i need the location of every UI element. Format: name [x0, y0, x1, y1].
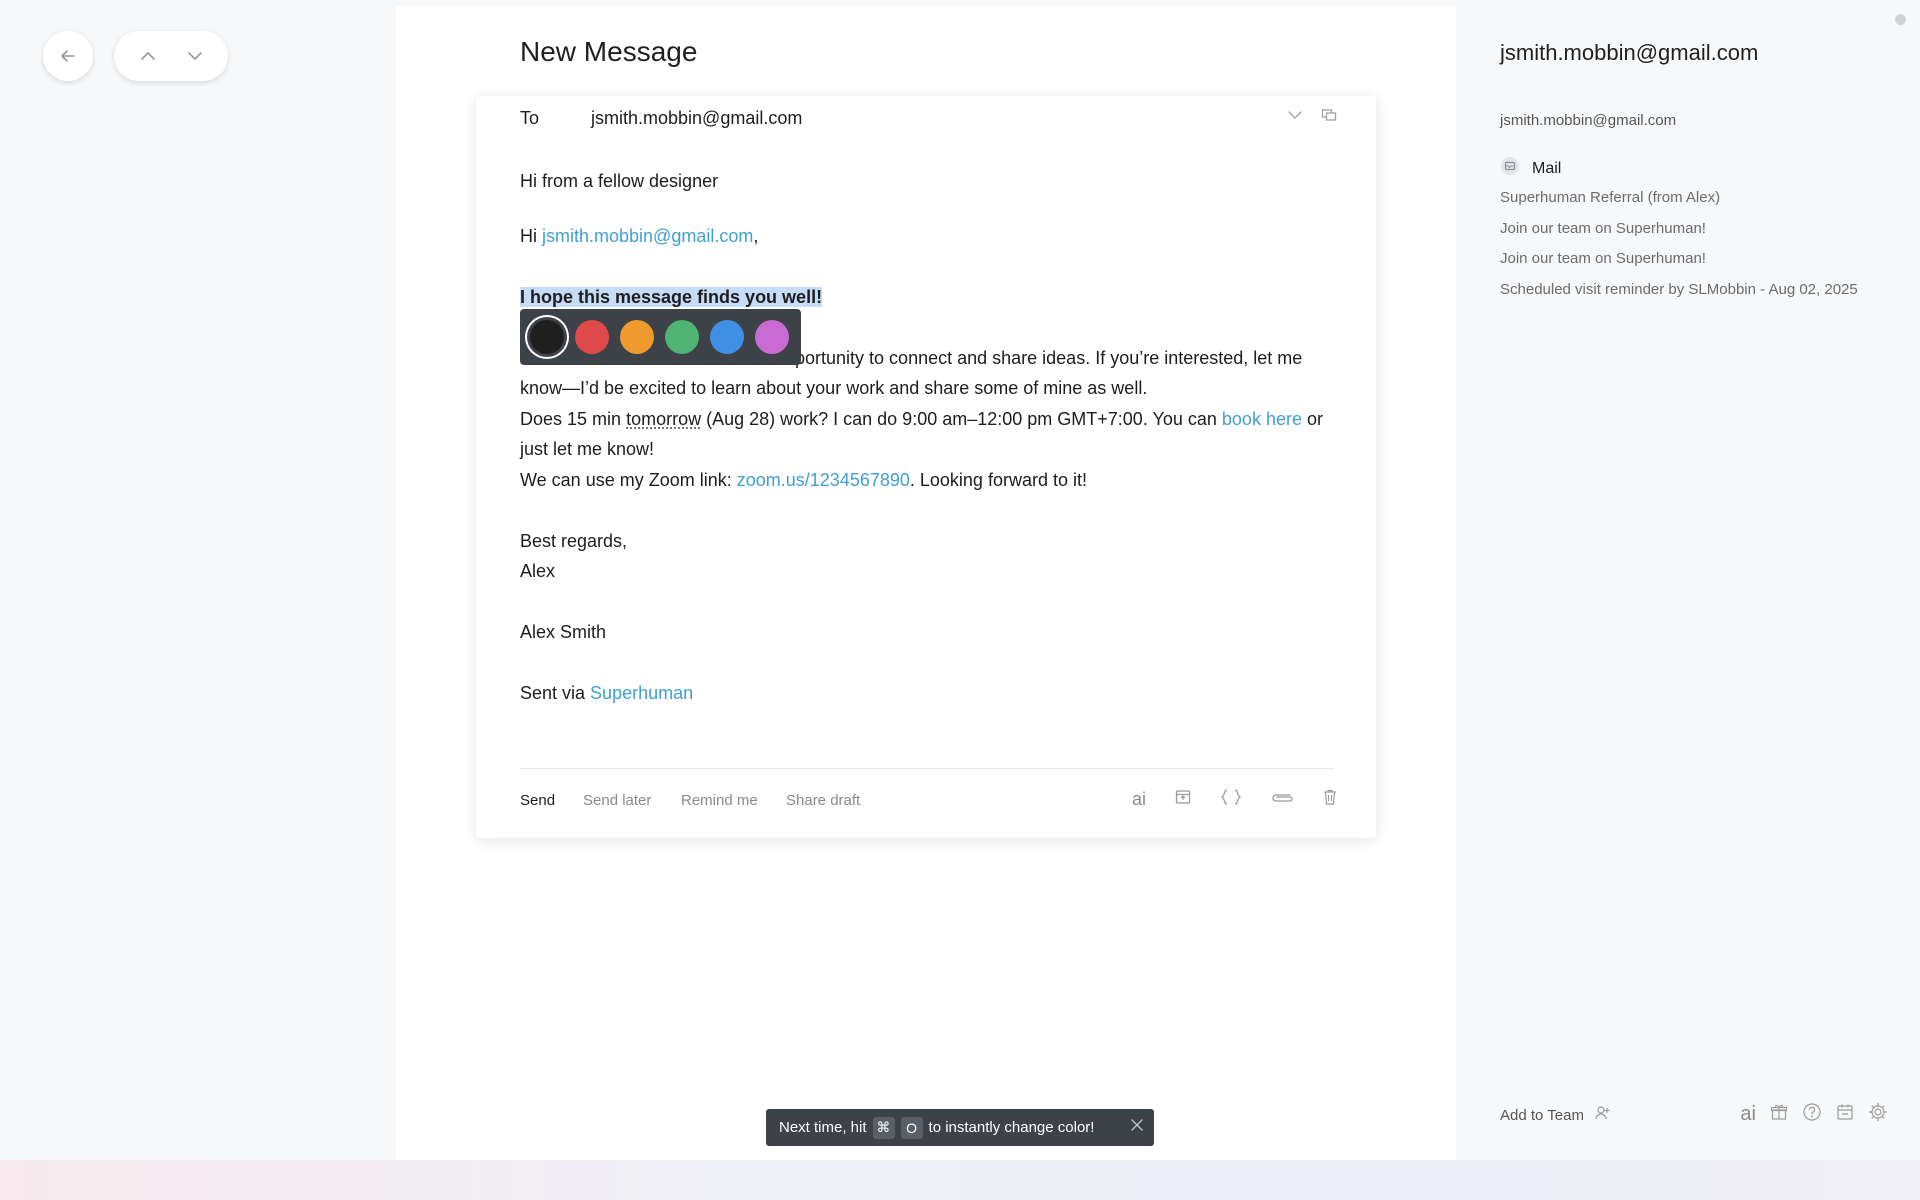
- compose-card: To jsmith.mobbin@gmail.com Hi from a fel…: [476, 96, 1376, 838]
- ai-icon[interactable]: ai: [1132, 789, 1146, 810]
- subject-field[interactable]: Hi from a fellow designer: [520, 166, 1350, 196]
- selected-text[interactable]: I hope this message finds you well!: [520, 287, 823, 307]
- color-swatch[interactable]: [575, 320, 609, 354]
- compose-toolbar: Send Send later Remind me Share draft ai: [520, 788, 1338, 818]
- mail-section-header: Mail: [1500, 156, 1561, 181]
- close-icon[interactable]: [1130, 1118, 1144, 1132]
- calendar-icon[interactable]: [1836, 1103, 1854, 1126]
- add-to-team-button[interactable]: Add to Team: [1500, 1104, 1612, 1126]
- code-braces-icon[interactable]: [1220, 788, 1242, 810]
- book-here-link[interactable]: book here: [1222, 409, 1302, 429]
- color-swatch[interactable]: [710, 320, 744, 354]
- add-user-icon: [1594, 1104, 1612, 1126]
- zoom-link[interactable]: zoom.us/1234567890: [737, 470, 910, 490]
- help-icon[interactable]: [1802, 1102, 1822, 1127]
- text-color-picker: [520, 309, 801, 365]
- shortcut-hint-toast: Next time, hit ⌘ O to instantly change c…: [766, 1109, 1154, 1146]
- arrow-left-icon: [58, 46, 78, 66]
- gift-icon[interactable]: [1770, 1103, 1788, 1126]
- to-row: To jsmith.mobbin@gmail.com: [520, 108, 1338, 138]
- to-field[interactable]: jsmith.mobbin@gmail.com: [591, 108, 802, 129]
- contact-email[interactable]: jsmith.mobbin@gmail.com: [1500, 112, 1676, 129]
- to-label: To: [520, 108, 540, 128]
- mail-thread-item[interactable]: Superhuman Referral (from Alex): [1500, 188, 1858, 219]
- footer-icons: ai: [1740, 1102, 1888, 1127]
- mail-thread-list: Superhuman Referral (from Alex) Join our…: [1500, 188, 1858, 310]
- greeting-email-link[interactable]: jsmith.mobbin@gmail.com: [542, 226, 753, 246]
- mail-icon: [1500, 156, 1520, 181]
- compose-panel: New Message To jsmith.mobbin@gmail.com H…: [396, 6, 1456, 1160]
- gear-icon[interactable]: [1868, 1102, 1888, 1127]
- mail-thread-item[interactable]: Scheduled visit reminder by SLMobbin - A…: [1500, 280, 1858, 311]
- color-swatch[interactable]: [665, 320, 699, 354]
- bottom-gradient-band: [0, 1160, 1920, 1200]
- back-button[interactable]: [43, 31, 93, 81]
- sent-via-line[interactable]: Sent via Superhuman: [520, 678, 1350, 708]
- thread-nav-pill: [114, 31, 228, 81]
- mail-thread-item[interactable]: Join our team on Superhuman!: [1500, 219, 1858, 250]
- chevron-up-icon[interactable]: [138, 46, 158, 66]
- o-key: O: [900, 1116, 923, 1139]
- contact-panel: jsmith.mobbin@gmail.com jsmith.mobbin@gm…: [1456, 0, 1920, 1160]
- attachment-icon[interactable]: [1270, 790, 1294, 808]
- remind-me-button[interactable]: Remind me: [681, 792, 758, 809]
- mail-thread-item[interactable]: Join our team on Superhuman!: [1500, 249, 1858, 280]
- signature-name[interactable]: Alex Smith: [520, 617, 1350, 647]
- superhuman-link[interactable]: Superhuman: [590, 683, 693, 703]
- chevron-down-icon[interactable]: [185, 46, 205, 66]
- paragraph-3[interactable]: We can use my Zoom link: zoom.us/1234567…: [520, 465, 1350, 495]
- chevron-down-icon[interactable]: [1286, 106, 1304, 129]
- color-swatch[interactable]: [755, 320, 789, 354]
- ai-icon[interactable]: ai: [1740, 1103, 1756, 1126]
- share-draft-button[interactable]: Share draft: [786, 792, 860, 809]
- expand-window-icon[interactable]: [1320, 106, 1338, 129]
- color-swatch[interactable]: [530, 320, 564, 354]
- date-token[interactable]: tomorrow: [626, 409, 701, 429]
- paragraph-2[interactable]: Does 15 min tomorrow (Aug 28) work? I ca…: [520, 404, 1350, 464]
- send-button[interactable]: Send: [520, 792, 555, 809]
- snippet-archive-icon[interactable]: [1174, 788, 1192, 810]
- signoff[interactable]: Best regards, Alex: [520, 526, 1350, 586]
- send-later-button[interactable]: Send later: [583, 792, 651, 809]
- greeting-line[interactable]: Hi jsmith.mobbin@gmail.com,: [520, 221, 1350, 251]
- toolbar-divider: [520, 768, 1334, 769]
- page-title: New Message: [520, 36, 698, 67]
- trash-icon[interactable]: [1322, 788, 1338, 810]
- highlighted-line[interactable]: I hope this message finds you well!: [520, 282, 1350, 312]
- command-key: ⌘: [872, 1116, 895, 1139]
- color-swatch[interactable]: [620, 320, 654, 354]
- contact-name: jsmith.mobbin@gmail.com: [1500, 40, 1759, 65]
